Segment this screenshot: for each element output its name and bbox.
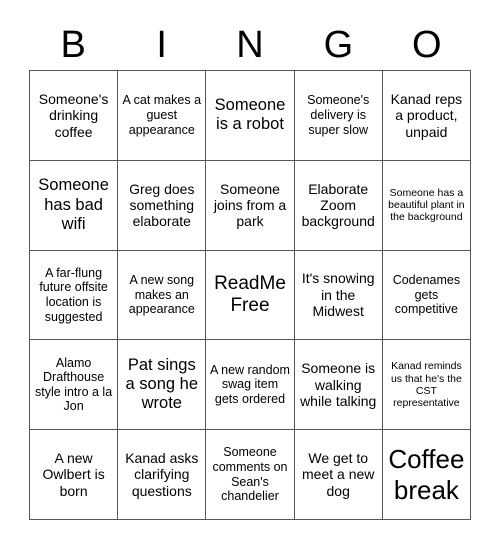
bingo-cell-label: We get to meet a new dog [302, 450, 375, 499]
bingo-card: B I N G O Someone's drinking coffee A cat… [0, 0, 500, 544]
bingo-cell-label: ReadMe Free [214, 272, 286, 316]
bingo-cell[interactable]: A cat makes a guest appearance [118, 71, 207, 161]
bingo-cell[interactable]: Someone is a robot [206, 71, 295, 161]
bingo-cell[interactable]: Someone has a beautiful plant in the bac… [382, 160, 471, 251]
bingo-cell[interactable]: Someone is walking while talking [294, 340, 383, 431]
bingo-cell[interactable]: Someone comments on Sean's chandelier [206, 430, 295, 520]
bingo-cell-label: A new Owlbert is born [42, 450, 105, 499]
bingo-cell[interactable]: Someone's delivery is super slow [294, 71, 383, 161]
bingo-cell[interactable]: Someone has bad wifi [30, 160, 119, 251]
bingo-cell[interactable]: It's snowing in the Midwest [294, 250, 383, 341]
bingo-cell-label: Someone is walking while talking [300, 360, 377, 409]
bingo-cell[interactable]: Someone's drinking coffee [30, 71, 119, 161]
bingo-cell-label: A cat makes a guest appearance [122, 93, 202, 137]
bingo-cell-label: Elaborate Zoom background [301, 180, 375, 230]
bingo-cell-label: Pat sings a song he wrote [125, 355, 199, 413]
bingo-grid: Someone's drinking coffee A cat makes a g… [29, 70, 471, 520]
bingo-header-letter-i: I [156, 24, 167, 66]
bingo-cell-label: Kanad reps a product, unpaid [390, 90, 463, 140]
bingo-cell[interactable]: Alamo Drafthouse style intro a la Jon [30, 340, 119, 431]
bingo-cell-label: Kanad asks clarifying questions [125, 450, 199, 499]
bingo-header-letter-n: N [236, 24, 264, 66]
bingo-cell-label: Greg does something elaborate [129, 180, 195, 230]
bingo-cell[interactable]: Elaborate Zoom background [294, 160, 383, 251]
bingo-cell[interactable]: Pat sings a song he wrote [118, 340, 207, 431]
bingo-cell-label: Coffee break [388, 444, 465, 505]
bingo-cell[interactable]: Coffee break [382, 430, 471, 520]
bingo-cell[interactable]: A new random swag item gets ordered [206, 340, 295, 431]
bingo-header-letter-g: G [323, 24, 354, 66]
bingo-cell[interactable]: Someone joins from a park [206, 160, 295, 251]
bingo-header-letter-o: O [412, 24, 442, 66]
bingo-cell-label: Someone joins from a park [213, 180, 287, 230]
bingo-cell-label: Alamo Drafthouse style intro a la Jon [35, 355, 113, 414]
bingo-cell-label: A new random swag item gets ordered [210, 362, 290, 407]
bingo-header-letter-b: B [60, 24, 86, 66]
bingo-cell[interactable]: A far-flung future offsite location is s… [30, 250, 119, 341]
bingo-cell[interactable]: ReadMe Free [206, 250, 295, 341]
bingo-cell-label: Kanad reminds us that he's the CST repre… [390, 360, 462, 410]
bingo-cell-label: A far-flung future offsite location is s… [39, 265, 108, 324]
bingo-header-row: B I N G O [29, 20, 471, 70]
bingo-cell[interactable]: A new Owlbert is born [30, 430, 119, 520]
bingo-cell-label: Someone has bad wifi [38, 176, 109, 233]
bingo-cell-label: Someone's delivery is super slow [307, 93, 370, 137]
bingo-cell[interactable]: Greg does something elaborate [118, 160, 207, 251]
bingo-cell-label: Codenames gets competitive [392, 273, 461, 317]
bingo-cell-label: Someone has a beautiful plant in the bac… [388, 186, 465, 224]
bingo-cell-label: It's snowing in the Midwest [301, 270, 375, 320]
bingo-cell[interactable]: Codenames gets competitive [382, 250, 471, 341]
bingo-cell[interactable]: Kanad reminds us that he's the CST repre… [382, 340, 471, 431]
bingo-cell[interactable]: We get to meet a new dog [294, 430, 383, 520]
bingo-cell[interactable]: Kanad asks clarifying questions [118, 430, 207, 520]
bingo-cell-label: Someone comments on Sean's chandelier [212, 445, 288, 504]
bingo-cell[interactable]: A new song makes an appearance [118, 250, 207, 341]
bingo-cell[interactable]: Kanad reps a product, unpaid [382, 71, 471, 161]
bingo-cell-label: Someone's drinking coffee [38, 90, 109, 140]
bingo-cell-label: Someone is a robot [214, 96, 286, 134]
bingo-cell-label: A new song makes an appearance [128, 273, 195, 317]
